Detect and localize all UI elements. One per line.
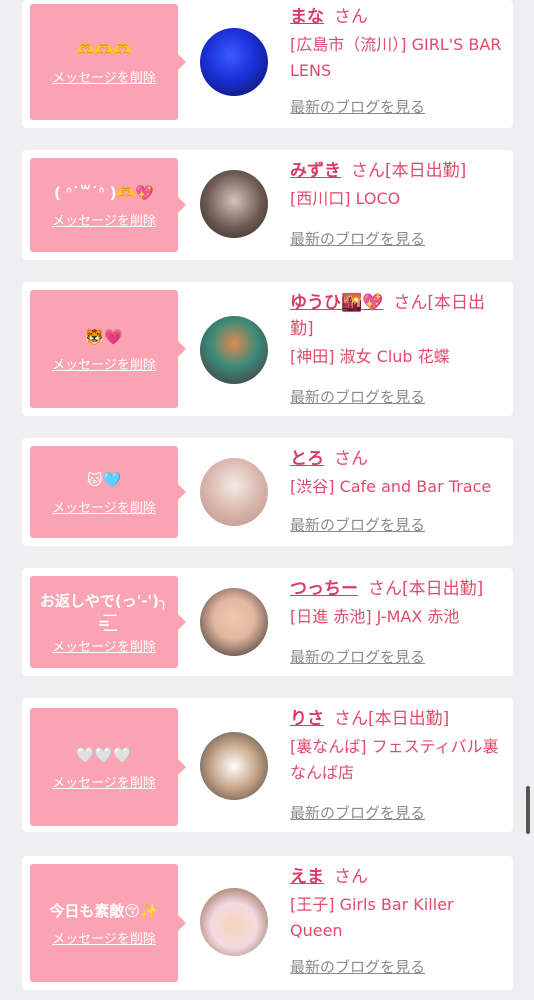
message-bubble: お返しやで(っ'-')╮ =͟͟͞ メッセージを削除 bbox=[30, 576, 186, 668]
delete-message-link[interactable]: メッセージを削除 bbox=[52, 928, 156, 947]
message-text: 🫶🫶🫶 bbox=[75, 40, 133, 59]
san-label: さん bbox=[334, 7, 368, 27]
status-label: [本日出勤] bbox=[402, 579, 484, 599]
message-card: お返しやで(っ'-')╮ =͟͟͞ メッセージを削除 つっちー さん[本日出勤] … bbox=[22, 568, 513, 676]
message-text: 🤍🤍🤍 bbox=[75, 745, 133, 764]
blog-link[interactable]: 最新のブログを見る bbox=[290, 96, 425, 117]
shop-name: [神田] 淑女 Club 花蝶 bbox=[290, 347, 450, 366]
blog-link[interactable]: 最新のブログを見る bbox=[290, 386, 425, 407]
san-label: さん bbox=[351, 161, 385, 181]
shop-name: [日進 赤池] J-MAX 赤池 bbox=[290, 607, 460, 626]
status-label: [本日出勤] bbox=[368, 709, 450, 729]
delete-message-link[interactable]: メッセージを削除 bbox=[52, 354, 156, 373]
shop-name: [王子] Girls Bar Killer Queen bbox=[290, 895, 454, 940]
message-text: 今日も素敵😚✨ bbox=[49, 901, 159, 920]
message-card: 🫶🫶🫶 メッセージを削除 まな さん [広島市（流川）] GIRL'S BAR L… bbox=[22, 0, 513, 128]
message-text: ( ᐢ˙꒳​˙ᐢ )🫶💖 bbox=[53, 183, 155, 202]
delete-message-link[interactable]: メッセージを削除 bbox=[52, 210, 156, 229]
message-bubble: 🐯💗 メッセージを削除 bbox=[30, 290, 186, 408]
san-label: さん bbox=[368, 579, 402, 599]
cast-name-link[interactable]: ゆうひ🌇💖 bbox=[290, 293, 383, 313]
status-label: [本日出勤] bbox=[385, 161, 467, 181]
message-card: 🐯💗 メッセージを削除 ゆうひ🌇💖 さん[本日出勤] [神田] 淑女 Club 花… bbox=[22, 282, 513, 416]
blog-link[interactable]: 最新のブログを見る bbox=[290, 228, 425, 249]
avatar[interactable] bbox=[200, 170, 268, 238]
shop-name: [広島市（流川）] GIRL'S BAR LENS bbox=[290, 35, 502, 80]
blog-link[interactable]: 最新のブログを見る bbox=[290, 514, 425, 535]
blog-link[interactable]: 最新のブログを見る bbox=[290, 956, 425, 977]
message-card: ( ᐢ˙꒳​˙ᐢ )🫶💖 メッセージを削除 みずき さん[本日出勤] [西川口] … bbox=[22, 150, 513, 260]
message-card: 今日も素敵😚✨ メッセージを削除 えま さん [王子] Girls Bar Kil… bbox=[22, 856, 513, 990]
avatar[interactable] bbox=[200, 732, 268, 800]
avatar[interactable] bbox=[200, 28, 268, 96]
san-label: さん bbox=[334, 709, 368, 729]
delete-message-link[interactable]: メッセージを削除 bbox=[52, 772, 156, 791]
message-bubble: 🤍🤍🤍 メッセージを削除 bbox=[30, 708, 186, 826]
message-card: 🐱🩵 メッセージを削除 とろ さん [渋谷] Cafe and Bar Trace… bbox=[22, 438, 513, 546]
shop-name: [裏なんば] フェスティバル裏なんば店 bbox=[290, 737, 499, 782]
cast-name-link[interactable]: りさ bbox=[290, 709, 324, 729]
san-label: さん bbox=[334, 449, 368, 469]
cast-name-link[interactable]: まな bbox=[290, 7, 324, 27]
cast-name-link[interactable]: みずき bbox=[290, 161, 341, 181]
san-label: さん bbox=[334, 867, 368, 887]
delete-message-link[interactable]: メッセージを削除 bbox=[52, 497, 156, 516]
avatar[interactable] bbox=[200, 458, 268, 526]
avatar[interactable] bbox=[200, 588, 268, 656]
san-label: さん bbox=[393, 293, 428, 313]
cast-name-link[interactable]: とろ bbox=[290, 449, 324, 469]
message-text: 🐯💗 bbox=[85, 327, 123, 346]
shop-name: [渋谷] Cafe and Bar Trace bbox=[290, 477, 492, 496]
scrollbar[interactable] bbox=[526, 786, 530, 834]
message-text: 🐱🩵 bbox=[86, 470, 122, 489]
avatar[interactable] bbox=[200, 316, 268, 384]
message-bubble: ( ᐢ˙꒳​˙ᐢ )🫶💖 メッセージを削除 bbox=[30, 158, 186, 252]
cast-name-link[interactable]: えま bbox=[290, 867, 324, 887]
cast-name-link[interactable]: つっちー bbox=[290, 579, 358, 599]
message-bubble: 🫶🫶🫶 メッセージを削除 bbox=[30, 4, 186, 120]
message-text: お返しやで(っ'-')╮ =͟͟͞ bbox=[39, 591, 168, 632]
shop-name: [西川口] LOCO bbox=[290, 189, 401, 208]
avatar[interactable] bbox=[200, 888, 268, 956]
blog-link[interactable]: 最新のブログを見る bbox=[290, 646, 425, 667]
message-card: 🤍🤍🤍 メッセージを削除 りさ さん[本日出勤] [裏なんば] フェスティバル裏な… bbox=[22, 698, 513, 832]
message-bubble: 🐱🩵 メッセージを削除 bbox=[30, 446, 186, 538]
message-bubble: 今日も素敵😚✨ メッセージを削除 bbox=[30, 864, 186, 982]
delete-message-link[interactable]: メッセージを削除 bbox=[52, 67, 156, 86]
blog-link[interactable]: 最新のブログを見る bbox=[290, 802, 425, 823]
delete-message-link[interactable]: メッセージを削除 bbox=[52, 636, 156, 655]
